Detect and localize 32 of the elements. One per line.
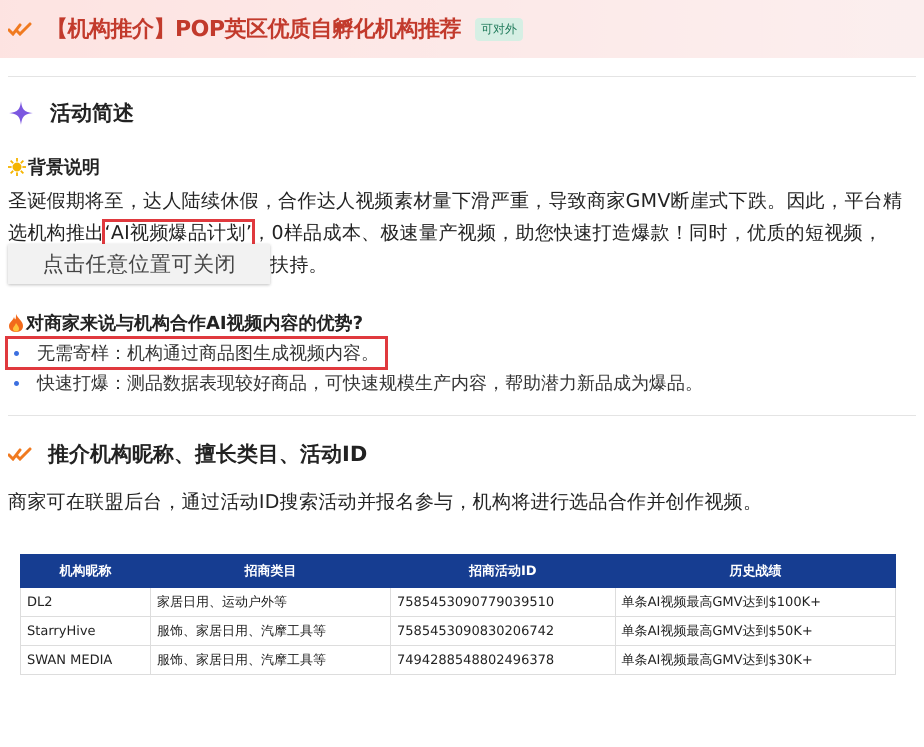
column-header: 招商类目: [150, 554, 390, 588]
section-heading: 推介机构昵称、擅长类目、活动ID: [48, 441, 368, 468]
section-heading: 活动简述: [50, 100, 134, 127]
table-cell: 7494288548802496378: [390, 646, 616, 674]
table-cell: 单条AI视频最高GMV达到$50K+: [615, 616, 896, 646]
subsection-heading: 对商家来说与机构合作AI视频内容的优势?: [26, 312, 364, 335]
column-header: 历史战绩: [615, 554, 896, 588]
table-cell: 7585453090779039510: [390, 588, 616, 616]
table-cell: StarryHive: [20, 616, 150, 646]
table-cell: 7585453090830206742: [390, 616, 616, 646]
table-cell: 家居日用、运动户外等: [150, 588, 390, 616]
intro-paragraph: 商家可在联盟后台，通过活动ID搜索活动并报名参与，机构将进行选品合作并创作视频。: [8, 490, 764, 515]
column-header: 机构昵称: [20, 554, 150, 588]
table-cell: 单条AI视频最高GMV达到$100K+: [615, 588, 896, 616]
fire-icon: [8, 313, 24, 333]
double-check-icon: [8, 22, 32, 36]
list-item: 快速打爆：测品数据表现较好商品，可快速规模生产内容，帮助潜力新品成为爆品。: [8, 369, 709, 397]
double-check-icon: [8, 447, 32, 461]
table-cell: SWAN MEDIA: [20, 646, 150, 674]
table-cell: 单条AI视频最高GMV达到$30K+: [615, 646, 896, 674]
highlighted-list-item: 无需寄样：机构通过商品图生成视频内容。: [8, 339, 385, 367]
table-cell: 服饰、家居日用、汽摩工具等: [150, 646, 390, 674]
toast-message[interactable]: 点击任意位置可关闭: [8, 244, 270, 284]
background-paragraph: 圣诞假期将至，达人陆续休假，合作达人视频素材量下滑严重，导致商家GMV断崖式下跌。因此，平台精选机构推出‘AI视频爆品计划’，0样品成本、极速量产视频，助您快速打造爆款！同时，优质的短视频， 点击任意位置可关闭 扶持。: [8, 185, 916, 281]
subsection-heading: 背景说明: [28, 156, 100, 179]
table-cell: 服饰、家居日用、汽摩工具等: [150, 616, 390, 646]
table-cell: DL2: [20, 588, 150, 616]
page-title: 【机构推介】POP英区优质自孵化机构推荐: [46, 16, 461, 44]
sun-icon: [8, 158, 26, 176]
column-header: 招商活动ID: [390, 554, 616, 588]
visibility-tag: 可对外: [474, 18, 523, 40]
sparkle-icon: [8, 100, 34, 126]
